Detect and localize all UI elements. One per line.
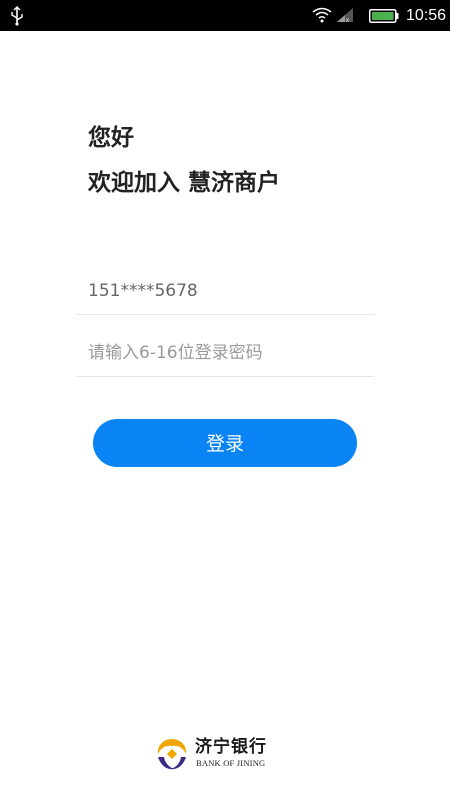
password-input[interactable]	[88, 338, 368, 368]
login-button[interactable]: 登录	[93, 419, 357, 467]
status-bar: x 10:56	[0, 0, 450, 31]
phone-field	[76, 268, 374, 315]
phone-input[interactable]	[88, 276, 368, 306]
greeting-welcome: 欢迎加入 慧济商户	[88, 170, 281, 196]
status-time: 10:56	[406, 7, 447, 24]
password-field	[76, 330, 374, 377]
greeting-hello: 您好	[88, 125, 134, 151]
bank-name-en: BANK OF JINING	[196, 758, 266, 768]
login-screen: x 10:56 您好 欢迎加入 慧济商户 登录 济宁银行 BANK OF JIN…	[0, 0, 450, 800]
signal-icon: x	[337, 8, 353, 23]
battery-icon	[369, 9, 399, 23]
bank-name-cn: 济宁银行	[195, 737, 267, 757]
bank-emblem-icon	[157, 739, 187, 770]
usb-icon	[11, 6, 23, 26]
svg-text:x: x	[346, 18, 349, 23]
wifi-icon	[312, 7, 332, 23]
bank-logo: 济宁银行 BANK OF JINING	[155, 736, 295, 772]
